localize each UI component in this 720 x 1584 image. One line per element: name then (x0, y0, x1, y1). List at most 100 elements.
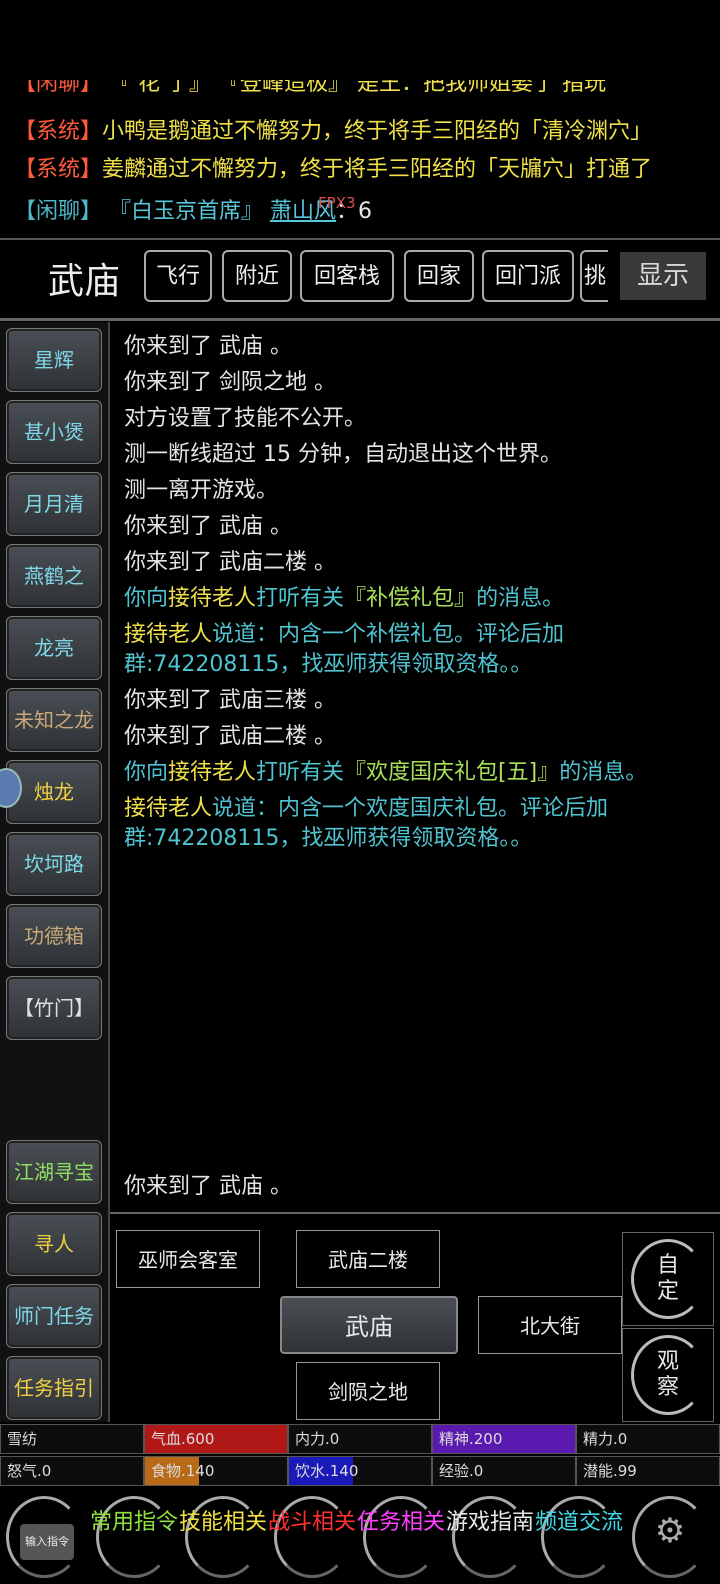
item-link[interactable]: 『补偿礼包』 (344, 586, 476, 611)
nearby-button[interactable]: 附近 (222, 250, 292, 302)
stats-panel: 雪纺 气血.600 内力.0 精神.200 精力.0 怒气.0 食物.140 饮… (0, 1424, 720, 1488)
log-line: 测一断线超过 15 分钟，自动退出这个世界。 (124, 442, 562, 467)
return-inn-button[interactable]: 回客栈 (300, 250, 394, 302)
npc-button[interactable]: 星辉 (6, 328, 102, 392)
observe-label: 观察 (656, 1349, 679, 1400)
log-text: 打听有关 (256, 760, 345, 785)
custom-label: 自定 (656, 1253, 679, 1304)
npc-link[interactable]: 接待老人 (168, 760, 256, 785)
log-line: 你来到了 武庙 。 (124, 514, 292, 539)
log-text: 打听有关 (256, 586, 345, 611)
chat-channel-tag: 【闲聊】 (14, 199, 103, 224)
bottom-toolbar: 输入指令 常用指令 技能相关 战斗相关 任务相关 游戏指南 频道交流 ⚙ (0, 1490, 720, 1584)
exit-north-button[interactable]: 武庙二楼 (296, 1230, 440, 1288)
npc-link[interactable]: 接待老人 (124, 622, 212, 647)
observe-button[interactable]: 观察 (622, 1328, 714, 1422)
chat-channel-tag: 【系统】 (14, 157, 103, 182)
log-line: 你向接待老人打听有关『补偿礼包』的消息。 (124, 584, 684, 614)
message-log[interactable]: 你来到了 武庙 。 你来到了 剑陨之地 。 对方设置了技能不公开。 测一断线超过… (124, 332, 684, 860)
channel-chat-button[interactable]: 频道交流 (535, 1490, 623, 1584)
stat-label: 饮水.140 (295, 1462, 359, 1480)
stat-energy: 精力.0 (576, 1424, 720, 1454)
location-title: 武庙 (48, 261, 121, 302)
return-sect-button[interactable]: 回门派 (482, 250, 574, 302)
npc-link[interactable]: 接待老人 (168, 586, 256, 611)
keyboard-icon: 输入指令 (6, 1496, 86, 1578)
gear-icon: ⚙ (654, 1511, 686, 1551)
custom-button[interactable]: 自定 (622, 1232, 714, 1326)
npc-button[interactable]: 月月清 (6, 472, 102, 536)
toolbar-label: 技能相关 (179, 1510, 268, 1535)
log-line: 你来到了 武庙 。 (124, 334, 292, 359)
chat-text: 『 花 了』 『登峰造极』 是王：把我师姐娶了 指玩 (102, 80, 606, 96)
skills-button[interactable]: 技能相关 (179, 1490, 267, 1584)
shortcut-find-person-button[interactable]: 寻人 (6, 1212, 102, 1276)
toolbar-label: 战斗相关 (268, 1510, 357, 1535)
latest-message: 你来到了 武庙 。 (124, 1174, 292, 1199)
divider (0, 318, 720, 321)
challenge-button[interactable]: 挑 (580, 250, 608, 302)
item-link[interactable]: 『欢度国庆礼包[五]』 (344, 760, 559, 785)
chat-player-name[interactable]: 萧山风 FPX3 (270, 194, 356, 224)
log-text: 的消息。 (559, 760, 648, 785)
stat-label: 雪纺 (7, 1430, 38, 1448)
npc-button[interactable]: 【竹门】 (6, 976, 102, 1040)
combat-button[interactable]: 战斗相关 (268, 1490, 356, 1584)
stat-label: 食物.140 (151, 1462, 215, 1480)
shortcut-sect-task-button[interactable]: 师门任务 (6, 1284, 102, 1348)
log-line: 接待老人说道：内含一个欢度国庆礼包。评论后加群:742208115，找巫师获得领… (124, 794, 684, 854)
chat-text: 姜麟通过不懈努力，终于将手三阳经的「天牖穴」打通了 (102, 157, 653, 182)
chat-channel-tag: 【闲聊】 (14, 80, 103, 96)
npc-button[interactable]: 坎坷路 (6, 832, 102, 896)
log-text: 你向 (124, 586, 169, 611)
exit-south-button[interactable]: 剑陨之地 (296, 1362, 440, 1420)
npc-link[interactable]: 接待老人 (124, 796, 212, 821)
log-line: 你来到了 武庙二楼 。 (124, 724, 336, 749)
fly-button[interactable]: 飞行 (144, 250, 212, 302)
stat-exp: 经验.0 (432, 1456, 576, 1486)
stat-hp: 气血.600 (144, 1424, 288, 1454)
toolbar-label: 频道交流 (535, 1510, 624, 1535)
chat-line: 【系统】姜麟通过不懈努力，终于将手三阳经的「天牖穴」打通了 (14, 152, 652, 188)
input-command-label: 输入指令 (20, 1524, 74, 1560)
stat-water: 饮水.140 (288, 1456, 432, 1486)
player-badge: FPX3 (318, 194, 356, 212)
stat-label: 经验.0 (439, 1462, 484, 1480)
log-line: 你来到了 武庙二楼 。 (124, 550, 336, 575)
npc-button[interactable]: 功德箱 (6, 904, 102, 968)
game-guide-button[interactable]: 游戏指南 (446, 1490, 534, 1584)
show-button[interactable]: 显示 (620, 252, 706, 300)
common-commands-button[interactable]: 常用指令 (90, 1490, 178, 1584)
chat-channel-tag: 【系统】 (14, 119, 103, 144)
log-text: 你向 (124, 760, 169, 785)
input-command-button[interactable]: 输入指令 (0, 1490, 88, 1584)
npc-button[interactable]: 未知之龙 (6, 688, 102, 752)
log-line: 测一离开游戏。 (124, 478, 279, 503)
stat-mp: 内力.0 (288, 1424, 432, 1454)
go-home-button[interactable]: 回家 (404, 250, 474, 302)
chat-panel[interactable]: 【闲聊】 『 花 了』 『登峰造极』 是王：把我师姐娶了 指玩 【系统】小鸭是鹅… (0, 80, 720, 236)
stat-label: 内力.0 (295, 1430, 340, 1448)
shortcut-task-guide-button[interactable]: 任务指引 (6, 1356, 102, 1420)
chat-line: 【闲聊】 『白玉京首席』 萧山风 FPX3 ：6 (14, 194, 372, 230)
divider (0, 238, 720, 240)
toolbar-label: 游戏指南 (446, 1510, 535, 1535)
npc-button[interactable]: 龙亮 (6, 616, 102, 680)
divider (110, 1212, 720, 1214)
npc-button[interactable]: 燕鹤之 (6, 544, 102, 608)
stat-label: 怒气.0 (7, 1462, 52, 1480)
current-room-button[interactable]: 武庙 (280, 1296, 458, 1354)
chat-line: 【系统】小鸭是鹅通过不懈努力，终于将手三阳经的「清冷渊穴」 (14, 114, 652, 150)
stat-food: 食物.140 (144, 1456, 288, 1486)
shortcut-treasure-button[interactable]: 江湖寻宝 (6, 1140, 102, 1204)
stat-label: 潜能.99 (583, 1462, 637, 1480)
stat-name: 雪纺 (0, 1424, 144, 1454)
quests-button[interactable]: 任务相关 (357, 1490, 445, 1584)
stat-potential: 潜能.99 (576, 1456, 720, 1486)
stat-label: 气血.600 (151, 1430, 215, 1448)
npc-button[interactable]: 甚小煲 (6, 400, 102, 464)
stat-rage: 怒气.0 (0, 1456, 144, 1486)
exit-northwest-button[interactable]: 巫师会客室 (116, 1230, 260, 1288)
exit-east-button[interactable]: 北大街 (478, 1296, 622, 1354)
settings-button[interactable]: ⚙ (626, 1490, 714, 1584)
